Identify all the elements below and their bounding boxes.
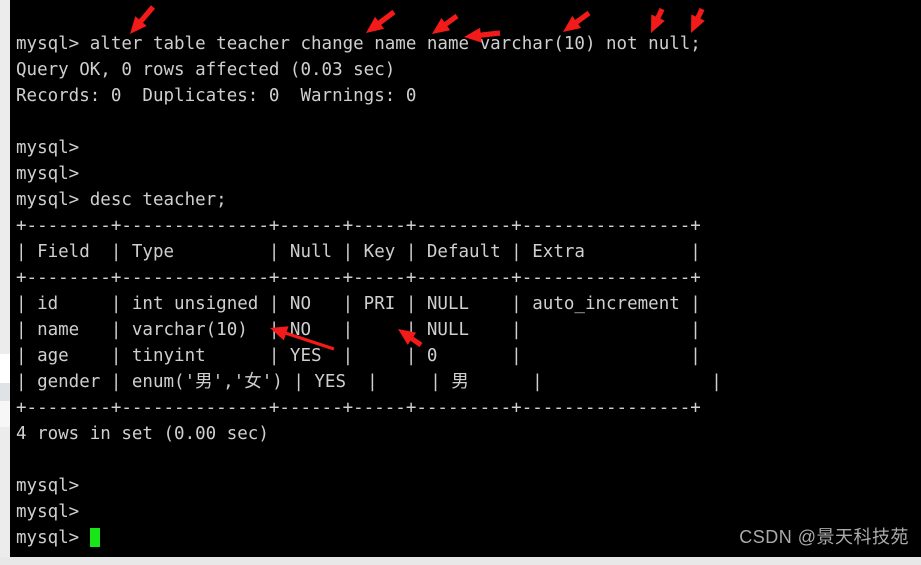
terminal-line: +--------+--------------+------+-----+--… (16, 268, 701, 288)
background-page-band (0, 383, 10, 401)
terminal-line: | Field | Type | Null | Key | Default | … (16, 242, 701, 262)
terminal-line: mysql> (16, 502, 80, 522)
background-page-strip (0, 0, 10, 565)
terminal-cursor (89, 528, 100, 547)
terminal-line: +--------+--------------+------+-----+--… (16, 398, 701, 418)
terminal-line: Query OK, 0 rows affected (0.03 sec) (16, 60, 396, 80)
terminal-line: mysql> (16, 164, 80, 184)
terminal-line: mysql> (16, 138, 80, 158)
terminal-line: Records: 0 Duplicates: 0 Warnings: 0 (16, 86, 417, 106)
terminal-line: 4 rows in set (0.00 sec) (16, 424, 269, 444)
terminal-line: | gender | enum('男','女') | YES | | 男 | | (16, 372, 722, 392)
background-page-highlight (0, 354, 10, 383)
terminal-line: | id | int unsigned | NO | PRI | NULL | … (16, 294, 701, 314)
terminal-line: mysql> desc teacher; (16, 190, 227, 210)
terminal-output: mysql> alter table teacher change name n… (16, 31, 722, 551)
screenshot-root: mysql> alter table teacher change name n… (0, 0, 921, 565)
background-page-bottom (0, 557, 921, 565)
background-page-band-secondary (0, 401, 10, 427)
terminal-line: | name | varchar(10) | NO | | NULL | | (16, 320, 701, 340)
csdn-watermark: CSDN @景天科技苑 (739, 527, 909, 547)
terminal-line: mysql> (16, 525, 722, 551)
terminal-line: +--------+--------------+------+-----+--… (16, 216, 701, 236)
terminal-line: mysql> alter table teacher change name n… (16, 34, 701, 54)
mysql-terminal-window[interactable]: mysql> alter table teacher change name n… (10, 0, 921, 557)
terminal-line: | age | tinyint | YES | | 0 | | (16, 346, 701, 366)
terminal-line: mysql> (16, 476, 80, 496)
